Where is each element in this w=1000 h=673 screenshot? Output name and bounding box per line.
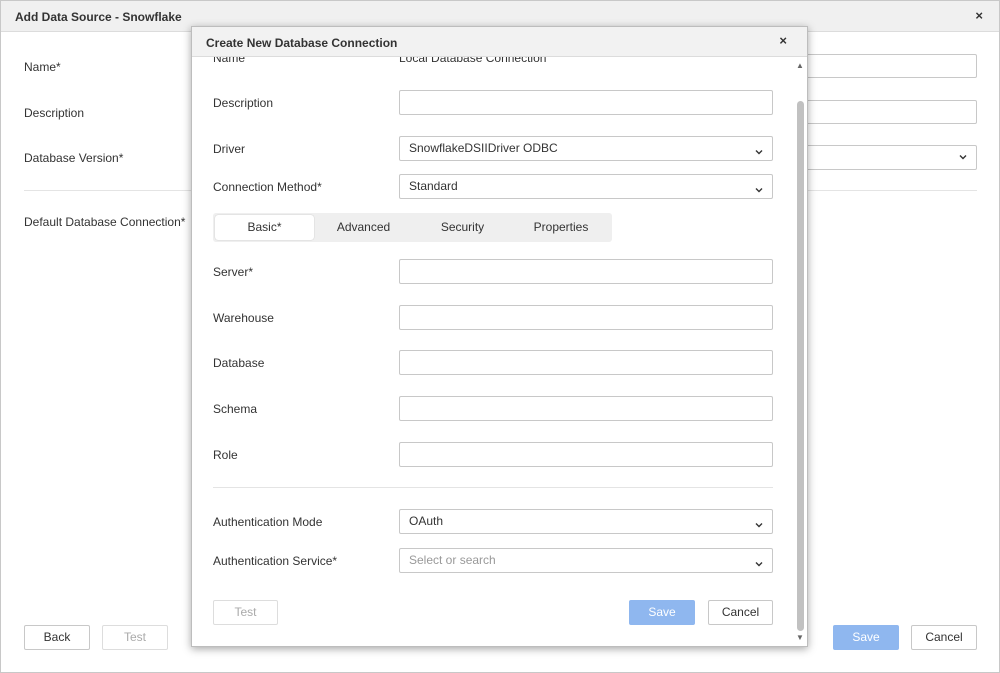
- driver-label: Driver: [213, 142, 245, 156]
- database-input[interactable]: [399, 350, 773, 375]
- tab-properties[interactable]: Properties: [512, 215, 610, 240]
- auth-mode-label: Authentication Mode: [213, 515, 323, 529]
- name-label: Name*: [24, 60, 61, 74]
- auth-service-label: Authentication Service*: [213, 554, 338, 568]
- chevron-down-icon: [754, 180, 764, 203]
- schema-label: Schema: [213, 402, 258, 416]
- divider: [213, 487, 773, 488]
- default-connection-label: Default Database Connection*: [24, 215, 186, 229]
- connection-method-select[interactable]: Standard: [399, 174, 773, 199]
- close-icon[interactable]: ×: [779, 33, 787, 48]
- modal-description-label: Description: [213, 96, 274, 110]
- scroll-down-arrow-icon[interactable]: ▼: [796, 633, 804, 642]
- create-connection-modal: Create New Database Connection × Name Lo…: [191, 26, 808, 647]
- modal-description-input[interactable]: [399, 90, 773, 115]
- modal-save-button[interactable]: Save: [629, 600, 695, 625]
- connection-method-label: Connection Method*: [213, 180, 322, 194]
- driver-value: SnowflakeDSIIDriver ODBC: [409, 141, 558, 155]
- database-label: Database: [213, 356, 265, 370]
- connection-method-value: Standard: [409, 179, 458, 193]
- auth-service-select[interactable]: Select or search: [399, 548, 773, 573]
- connection-tabs: Basic* Advanced Security Properties: [213, 213, 612, 242]
- name-input[interactable]: [806, 54, 977, 78]
- description-label: Description: [24, 106, 85, 120]
- window-title: Add Data Source - Snowflake: [15, 10, 182, 24]
- driver-select[interactable]: SnowflakeDSIIDriver ODBC: [399, 136, 773, 161]
- tab-security[interactable]: Security: [413, 215, 512, 240]
- role-label: Role: [213, 448, 238, 462]
- warehouse-input[interactable]: [399, 305, 773, 330]
- modal-header: Create New Database Connection ×: [192, 27, 807, 57]
- auth-mode-value: OAuth: [409, 514, 444, 528]
- database-version-select[interactable]: [806, 145, 977, 170]
- back-button[interactable]: Back: [24, 625, 90, 650]
- chevron-down-icon: [754, 554, 764, 577]
- modal-cancel-button[interactable]: Cancel: [708, 600, 773, 625]
- role-input[interactable]: [399, 442, 773, 467]
- scrollbar-thumb[interactable]: [797, 101, 804, 631]
- auth-service-placeholder: Select or search: [409, 553, 496, 567]
- chevron-down-icon: [754, 515, 764, 538]
- auth-mode-select[interactable]: OAuth: [399, 509, 773, 534]
- close-icon[interactable]: ×: [975, 8, 983, 23]
- database-version-label: Database Version*: [24, 151, 124, 165]
- warehouse-label: Warehouse: [213, 311, 274, 325]
- test-button[interactable]: Test: [102, 625, 168, 650]
- server-label: Server*: [213, 265, 254, 279]
- modal-title: Create New Database Connection: [206, 36, 398, 50]
- tab-advanced[interactable]: Advanced: [314, 215, 413, 240]
- schema-input[interactable]: [399, 396, 773, 421]
- description-input[interactable]: [806, 100, 977, 124]
- tab-basic[interactable]: Basic*: [215, 215, 314, 240]
- cancel-button[interactable]: Cancel: [911, 625, 977, 650]
- chevron-down-icon: [958, 151, 968, 165]
- server-input[interactable]: [399, 259, 773, 284]
- scroll-up-arrow-icon[interactable]: ▲: [796, 61, 804, 70]
- chevron-down-icon: [754, 142, 764, 165]
- save-button[interactable]: Save: [833, 625, 899, 650]
- modal-test-button[interactable]: Test: [213, 600, 278, 625]
